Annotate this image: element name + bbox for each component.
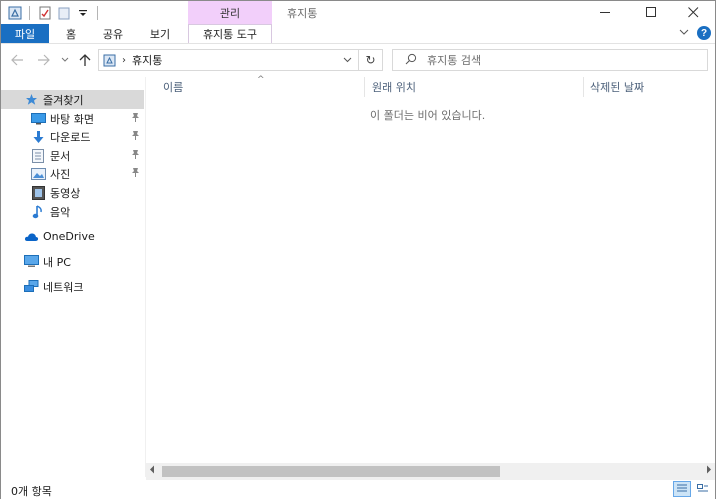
- column-separator[interactable]: [364, 77, 365, 97]
- breadcrumb-separator[interactable]: ›: [122, 55, 126, 66]
- tab-view[interactable]: 보기: [143, 24, 177, 43]
- sidebar-item-this-pc[interactable]: 내 PC: [1, 252, 144, 271]
- video-icon: [30, 185, 46, 201]
- qat-separator-2: [97, 5, 98, 20]
- recycle-bin-app-icon[interactable]: [7, 5, 22, 20]
- item-count: 0개 항목: [11, 485, 52, 498]
- minimize-button[interactable]: [583, 1, 627, 24]
- window-title: 휴지통: [287, 7, 318, 20]
- sidebar-item-downloads[interactable]: 다운로드: [1, 127, 144, 146]
- back-arrow-icon[interactable]: [9, 52, 25, 68]
- music-icon: [30, 204, 46, 220]
- details-view-button[interactable]: [673, 481, 691, 497]
- sidebar-item-music[interactable]: 음악: [1, 202, 144, 221]
- forward-arrow-icon[interactable]: [35, 52, 51, 68]
- sidebar-item-quick-access[interactable]: 즐겨찾기: [1, 90, 144, 109]
- sidebar-item-label: 사진: [50, 167, 71, 181]
- tab-file[interactable]: 파일: [1, 24, 49, 43]
- sidebar-item-label: 네트워크: [43, 280, 84, 294]
- sidebar-item-onedrive[interactable]: OneDrive: [1, 227, 144, 246]
- tab-home[interactable]: 홈: [59, 24, 83, 43]
- network-icon: [23, 279, 39, 295]
- pin-icon[interactable]: [131, 167, 140, 181]
- ribbon-right-controls: ?: [679, 26, 711, 40]
- sidebar-item-label: 동영상: [50, 186, 81, 200]
- scrollbar-thumb[interactable]: [162, 466, 500, 477]
- sidebar-item-label: 바탕 화면: [50, 112, 94, 126]
- up-arrow-icon[interactable]: [77, 52, 93, 68]
- column-header-date-deleted[interactable]: 삭제된 날짜: [590, 77, 700, 97]
- status-bar: 0개 항목: [1, 480, 715, 499]
- customize-qat-dropdown-icon[interactable]: [75, 5, 90, 20]
- large-icons-view-button[interactable]: [694, 481, 712, 497]
- quick-access-toolbar: [7, 4, 101, 21]
- document-icon: [30, 148, 46, 164]
- file-list-pane[interactable]: ^ 이름 원래 위치 삭제된 날짜 이 폴더는 비어 있습니다.: [146, 75, 715, 463]
- recent-locations-chevron-icon[interactable]: [57, 52, 73, 68]
- computer-icon: [23, 254, 39, 270]
- search-box[interactable]: [392, 49, 708, 71]
- sidebar-item-label: 즐겨찾기: [43, 93, 84, 107]
- sidebar-item-label: 음악: [50, 205, 71, 219]
- column-separator[interactable]: [583, 77, 584, 97]
- sidebar-item-label: OneDrive: [43, 230, 95, 243]
- file-explorer-window: 관리 휴지통 파일 홈 공유 보기 휴지통 도구 ? › 휴지통 ↻ 휴지통 검…: [0, 0, 716, 499]
- expand-ribbon-chevron-icon[interactable]: [679, 27, 689, 40]
- sidebar-item-pictures[interactable]: 사진: [1, 164, 144, 183]
- help-icon[interactable]: ?: [697, 26, 711, 40]
- download-icon: [30, 129, 46, 145]
- pin-icon[interactable]: [131, 149, 140, 163]
- scroll-right-arrow-icon[interactable]: [706, 465, 712, 477]
- search-input[interactable]: [427, 53, 687, 67]
- address-history-dropdown-icon[interactable]: [343, 54, 352, 67]
- desktop-icon: [30, 111, 46, 127]
- tab-share[interactable]: 공유: [97, 24, 129, 43]
- navigation-pane: 즐겨찾기 바탕 화면 다운로드 문서 사진 동영상 음악 OneDrive 내 …: [1, 77, 145, 477]
- empty-folder-message: 이 폴더는 비어 있습니다.: [370, 109, 486, 122]
- properties-icon[interactable]: [37, 5, 52, 20]
- sidebar-item-label: 다운로드: [50, 130, 91, 144]
- refresh-button[interactable]: ↻: [358, 50, 382, 70]
- sidebar-item-network[interactable]: 네트워크: [1, 277, 144, 296]
- breadcrumb-recycle-bin[interactable]: 휴지통: [132, 52, 162, 68]
- maximize-button[interactable]: [629, 1, 673, 24]
- scroll-left-arrow-icon[interactable]: [149, 465, 155, 477]
- pin-icon[interactable]: [131, 112, 140, 126]
- cloud-icon: [23, 229, 39, 245]
- address-bar[interactable]: › 휴지통 ↻: [98, 49, 383, 71]
- sidebar-item-label: 내 PC: [43, 255, 71, 269]
- close-button[interactable]: [671, 1, 715, 24]
- tab-recycle-bin-tools[interactable]: 휴지통 도구: [188, 24, 272, 43]
- sidebar-item-desktop[interactable]: 바탕 화면: [1, 109, 144, 128]
- pictures-icon: [30, 166, 46, 182]
- new-folder-icon[interactable]: [56, 5, 71, 20]
- tab-manage-context[interactable]: 관리: [188, 1, 272, 24]
- sidebar-item-label: 문서: [50, 149, 71, 163]
- recycle-bin-location-icon: [103, 54, 116, 67]
- sidebar-item-videos[interactable]: 동영상: [1, 183, 144, 202]
- search-icon: [405, 53, 417, 68]
- title-bar: 관리 휴지통: [1, 1, 715, 24]
- column-header-original-location[interactable]: 원래 위치: [372, 77, 582, 97]
- horizontal-scrollbar[interactable]: [146, 463, 715, 480]
- sidebar-item-documents[interactable]: 문서: [1, 146, 144, 165]
- qat-separator: [29, 5, 30, 20]
- star-icon: [23, 92, 39, 108]
- ribbon-tab-bar: 파일 홈 공유 보기 휴지통 도구 ?: [1, 24, 715, 43]
- column-header-name[interactable]: 이름: [163, 77, 363, 97]
- pin-icon[interactable]: [131, 130, 140, 144]
